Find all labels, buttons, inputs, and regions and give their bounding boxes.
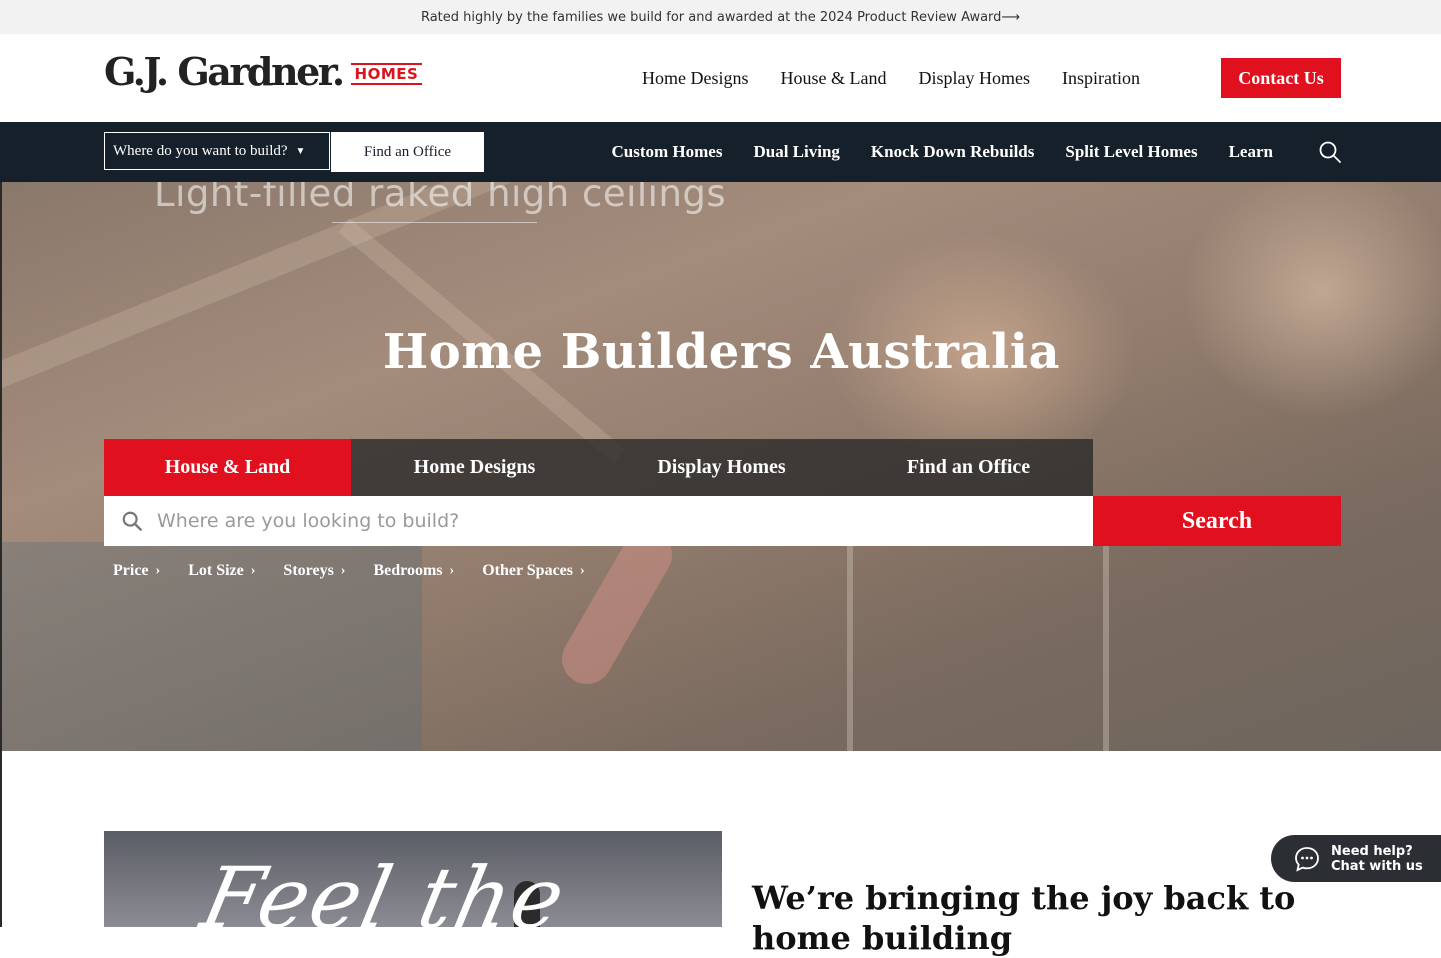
chevron-right-icon: ›	[340, 563, 346, 578]
subnav-learn[interactable]: Learn	[1213, 142, 1288, 162]
filter-other-spaces[interactable]: Other Spaces ›	[482, 562, 584, 580]
filter-label: Price	[113, 562, 149, 579]
filter-bedrooms[interactable]: Bedrooms ›	[373, 562, 454, 580]
tab-home-designs[interactable]: Home Designs	[351, 439, 598, 496]
subnav-custom-homes[interactable]: Custom Homes	[596, 142, 738, 162]
chevron-right-icon: ›	[580, 563, 585, 578]
build-location-select[interactable]: Where do you want to build? ▼	[104, 132, 330, 170]
chevron-right-icon: ›	[250, 563, 256, 578]
contact-us-button[interactable]: Contact Us	[1221, 58, 1341, 98]
search-row: Search	[104, 496, 1341, 546]
hero-bg-fan	[552, 520, 682, 694]
subnav-knock-down-rebuilds[interactable]: Knock Down Rebuilds	[855, 142, 1049, 162]
search-tabs: House & Land Home Designs Display Homes …	[104, 439, 1093, 496]
feature-image: Feel the	[104, 831, 722, 927]
search-icon[interactable]	[1318, 140, 1342, 164]
find-office-button[interactable]: Find an Office	[331, 132, 484, 172]
hero-bg-window	[847, 512, 1109, 751]
filter-label: Other Spaces	[482, 562, 573, 579]
chat-text: Need help? Chat with us	[1331, 844, 1423, 874]
tab-find-an-office[interactable]: Find an Office	[845, 439, 1092, 496]
filter-storeys[interactable]: Storeys ›	[283, 562, 345, 580]
logo-homes-badge: HOMES	[350, 63, 423, 85]
feature-image-script-text: Feel the	[193, 849, 575, 927]
filter-label: Storeys	[283, 562, 334, 579]
site-header: G.J. Gardner. HOMES Home Designs House &…	[0, 34, 1441, 122]
logo-wordmark: G.J. Gardner.	[104, 49, 345, 94]
main-nav: Home Designs House & Land Display Homes …	[626, 58, 1156, 99]
hero-tagline: Light-filled raked high ceilings	[154, 182, 727, 215]
hero-banner: Light-filled raked high ceilings Home Bu…	[2, 182, 1441, 751]
search-button[interactable]: Search	[1093, 496, 1341, 546]
nav-inspiration[interactable]: Inspiration	[1046, 58, 1156, 99]
chevron-right-icon: ›	[449, 563, 455, 578]
nav-house-and-land[interactable]: House & Land	[765, 58, 903, 99]
secondary-nav-bar: Where do you want to build? ▼ Find an Of…	[0, 122, 1441, 182]
chevron-down-icon: ▼	[295, 145, 306, 157]
sub-nav: Custom Homes Dual Living Knock Down Rebu…	[596, 122, 1288, 182]
nav-display-homes[interactable]: Display Homes	[902, 58, 1046, 99]
filter-label: Lot Size	[188, 562, 244, 579]
build-location-select-label: Where do you want to build?	[113, 142, 288, 159]
hero-title: Home Builders Australia	[382, 324, 1061, 380]
chat-bubble-icon	[1295, 846, 1319, 872]
search-field	[104, 496, 1093, 546]
hero-tagline-underline	[332, 222, 537, 223]
announcement-text[interactable]: Rated highly by the families we build fo…	[421, 10, 1020, 25]
announcement-bar[interactable]: Rated highly by the families we build fo…	[0, 0, 1441, 34]
intro-heading: We’re bringing the joy back to home buil…	[752, 879, 1296, 957]
nav-home-designs[interactable]: Home Designs	[626, 58, 765, 99]
magnifier-icon	[122, 511, 142, 531]
filter-price[interactable]: Price ›	[113, 562, 160, 580]
subnav-split-level-homes[interactable]: Split Level Homes	[1050, 142, 1213, 162]
chat-widget-button[interactable]: Need help? Chat with us	[1271, 835, 1441, 882]
filter-label: Bedrooms	[373, 562, 443, 579]
logo[interactable]: G.J. Gardner. HOMES	[104, 49, 423, 94]
chevron-right-icon: ›	[155, 563, 161, 578]
subnav-dual-living[interactable]: Dual Living	[738, 142, 855, 162]
tab-display-homes[interactable]: Display Homes	[598, 439, 845, 496]
filter-lot-size[interactable]: Lot Size ›	[188, 562, 255, 580]
chat-line1: Need help?	[1331, 843, 1413, 859]
search-input[interactable]	[155, 500, 1059, 542]
chat-line2: Chat with us	[1331, 858, 1423, 874]
tab-house-and-land[interactable]: House & Land	[104, 439, 351, 496]
search-filters: Price › Lot Size › Storeys › Bedrooms › …	[113, 562, 613, 580]
